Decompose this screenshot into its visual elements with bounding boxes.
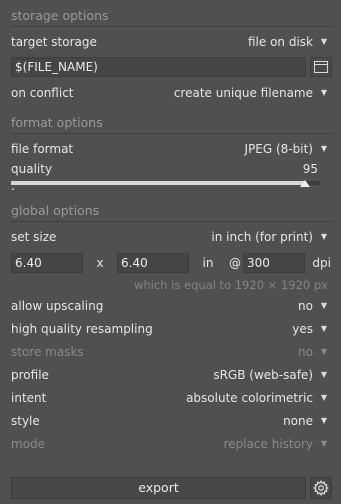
store-masks-label: store masks: [11, 344, 84, 359]
hq-resampling-row[interactable]: high quality resampling yes ▼: [11, 317, 332, 340]
target-storage-value: file on disk: [247, 34, 313, 49]
width-input[interactable]: 6.40: [11, 253, 83, 273]
mode-select: replace history ▼: [224, 437, 328, 451]
style-select[interactable]: none ▼: [283, 414, 328, 428]
height-input[interactable]: 6.40: [117, 253, 189, 273]
export-button[interactable]: export: [11, 477, 306, 499]
style-value: none: [283, 413, 313, 428]
slider-handle-icon[interactable]: [300, 180, 310, 187]
folder-icon: [314, 61, 328, 73]
allow-upscaling-label: allow upscaling: [11, 298, 104, 313]
slider-baseline-marker: [12, 188, 14, 190]
filename-row: $(FILE_NAME): [11, 55, 332, 79]
caret-down-icon: ▼: [320, 88, 328, 97]
export-settings-button[interactable]: [310, 477, 332, 499]
intent-value: absolute colorimetric: [186, 390, 313, 405]
set-size-label: set size: [11, 229, 57, 244]
hq-resampling-select[interactable]: yes ▼: [292, 322, 328, 336]
mode-row: mode replace history ▼: [11, 432, 332, 455]
on-conflict-row[interactable]: on conflict create unique filename ▼: [11, 81, 332, 104]
file-format-row[interactable]: file format JPEG (8-bit) ▼: [11, 137, 332, 160]
size-at-separator: @: [229, 256, 241, 270]
profile-label: profile: [11, 367, 49, 382]
on-conflict-select[interactable]: create unique filename ▼: [174, 86, 328, 100]
hq-resampling-label: high quality resampling: [11, 321, 153, 336]
caret-down-icon: ▼: [320, 393, 328, 402]
section-header-format: format options: [11, 112, 332, 134]
allow-upscaling-select[interactable]: no ▼: [298, 299, 328, 313]
set-size-select[interactable]: in inch (for print) ▼: [211, 230, 328, 244]
set-size-row[interactable]: set size in inch (for print) ▼: [11, 225, 332, 248]
section-header-storage: storage options: [11, 5, 332, 27]
profile-select[interactable]: sRGB (web-safe) ▼: [213, 368, 328, 382]
gear-icon: [313, 480, 329, 496]
target-storage-label: target storage: [11, 34, 97, 49]
caret-down-icon: ▼: [320, 370, 328, 379]
file-format-label: file format: [11, 141, 74, 156]
mode-value: replace history: [223, 436, 313, 451]
quality-label: quality: [11, 162, 53, 176]
caret-down-icon: ▼: [320, 439, 328, 448]
profile-value: sRGB (web-safe): [213, 367, 313, 382]
caret-down-icon: ▼: [320, 416, 328, 425]
style-label: style: [11, 413, 40, 428]
size-inputs-row: 6.40 x 6.40 in @ 300 dpi: [11, 250, 332, 276]
export-panel: storage options target storage file on d…: [0, 5, 341, 504]
dpi-input[interactable]: 300: [243, 253, 305, 273]
caret-down-icon: ▼: [320, 144, 328, 153]
store-masks-value: no: [298, 344, 313, 359]
set-size-value: in inch (for print): [211, 229, 313, 244]
mode-label: mode: [11, 436, 46, 451]
folder-button[interactable]: [310, 57, 332, 77]
size-x-separator: x: [96, 256, 104, 270]
hq-resampling-value: yes: [292, 321, 313, 336]
quality-row: quality 95: [11, 160, 332, 178]
size-hint: which is equal to 1920 × 1920 px: [133, 278, 328, 292]
target-storage-row[interactable]: target storage file on disk ▼: [11, 30, 332, 53]
style-row[interactable]: style none ▼: [11, 409, 332, 432]
quality-slider[interactable]: [11, 178, 320, 192]
intent-label: intent: [11, 390, 47, 405]
size-unit-label: in: [202, 256, 214, 270]
store-masks-select: no ▼: [298, 345, 328, 359]
caret-down-icon: ▼: [320, 232, 328, 241]
caret-down-icon: ▼: [320, 37, 328, 46]
caret-down-icon: ▼: [320, 324, 328, 333]
file-format-value: JPEG (8-bit): [244, 141, 313, 156]
quality-value: 95: [302, 162, 318, 176]
intent-select[interactable]: absolute colorimetric ▼: [186, 391, 328, 405]
target-storage-select[interactable]: file on disk ▼: [248, 35, 328, 49]
allow-upscaling-value: no: [298, 298, 313, 313]
store-masks-row: store masks no ▼: [11, 340, 332, 363]
intent-row[interactable]: intent absolute colorimetric ▼: [11, 386, 332, 409]
slider-fill: [11, 181, 305, 185]
caret-down-icon: ▼: [320, 301, 328, 310]
filename-input[interactable]: $(FILE_NAME): [11, 57, 306, 77]
on-conflict-value: create unique filename: [173, 85, 313, 100]
on-conflict-label: on conflict: [11, 85, 74, 100]
section-header-global: global options: [11, 200, 332, 222]
file-format-select[interactable]: JPEG (8-bit) ▼: [245, 142, 328, 156]
dpi-label: dpi: [312, 256, 331, 270]
export-row: export: [11, 477, 332, 499]
caret-down-icon: ▼: [320, 347, 328, 356]
profile-row[interactable]: profile sRGB (web-safe) ▼: [11, 363, 332, 386]
allow-upscaling-row[interactable]: allow upscaling no ▼: [11, 294, 332, 317]
